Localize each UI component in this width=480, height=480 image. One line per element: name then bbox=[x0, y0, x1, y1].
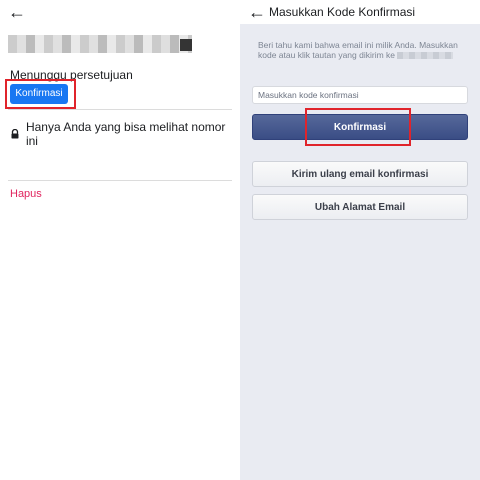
info-message: Beri tahu kami bahwa email ini milik And… bbox=[258, 40, 472, 60]
divider bbox=[8, 180, 232, 181]
page-title: Masukkan Kode Konfirmasi bbox=[269, 5, 416, 19]
highlight-box-left bbox=[5, 79, 76, 109]
privacy-note: Hanya Anda yang bisa melihat nomor ini bbox=[10, 120, 240, 148]
privacy-text: Hanya Anda yang bisa melihat nomor ini bbox=[25, 120, 226, 148]
highlight-box-right bbox=[305, 108, 411, 146]
left-panel: ← Menunggu persetujuan Konfirmasi Hanya … bbox=[0, 0, 240, 480]
confirmation-code-input[interactable] bbox=[252, 86, 468, 104]
header: ← Masukkan Kode Konfirmasi bbox=[240, 0, 480, 24]
divider bbox=[8, 109, 232, 110]
right-panel: ← Masukkan Kode Konfirmasi Beri tahu kam… bbox=[240, 0, 480, 480]
lock-icon bbox=[11, 129, 19, 139]
resend-email-button[interactable]: Kirim ulang email konfirmasi bbox=[252, 161, 468, 187]
back-arrow-icon[interactable]: ← bbox=[8, 3, 26, 21]
back-arrow-icon[interactable]: ← bbox=[248, 3, 266, 21]
change-email-button[interactable]: Ubah Alamat Email bbox=[252, 194, 468, 220]
delete-link[interactable]: Hapus bbox=[10, 188, 42, 200]
redacted-email bbox=[397, 52, 454, 60]
pixelated-contact-name bbox=[8, 35, 192, 53]
